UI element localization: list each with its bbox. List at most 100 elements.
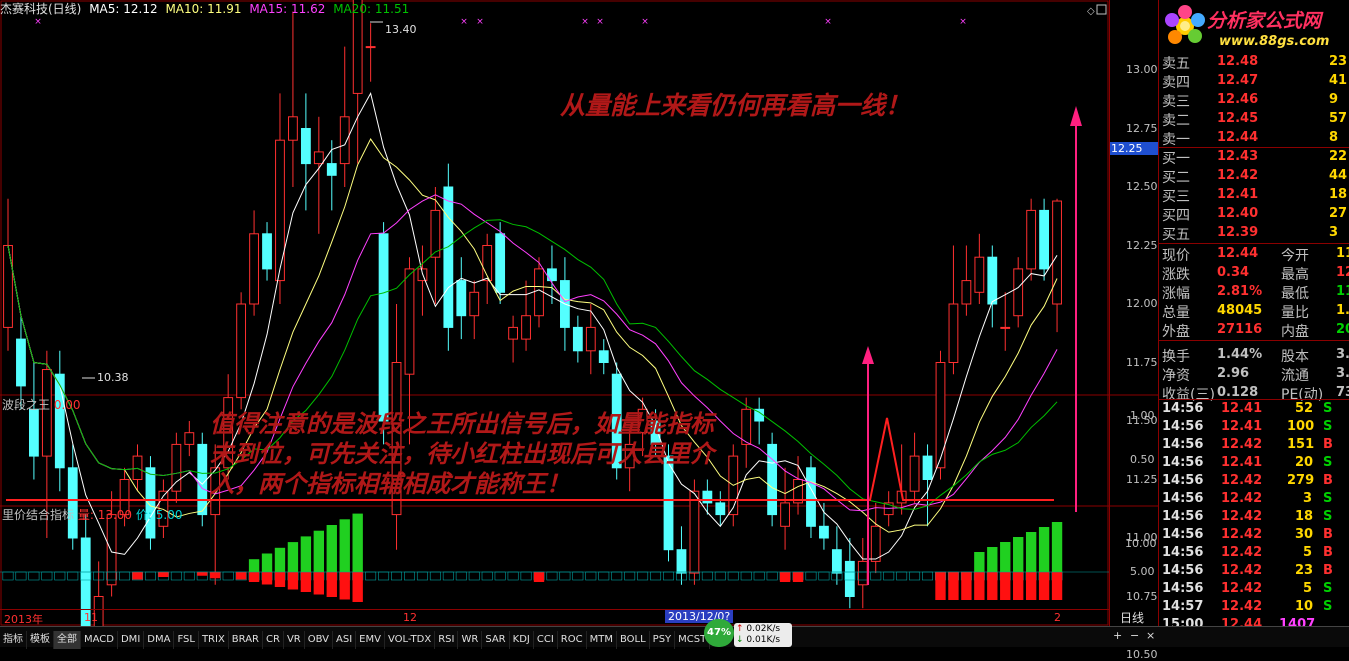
stat-value-2: 11.8 [1336,284,1349,299]
candle-body [715,502,726,516]
quote-level-label: 买三 [1162,189,1190,205]
indicator-tab-kdj[interactable]: KDJ [510,631,534,649]
quote-volume: 41 [1329,73,1348,88]
vol-base-box [222,571,234,581]
vol-green-bar [287,542,299,572]
indicator-tab-boll[interactable]: BOLL [617,631,650,649]
vol-green-bar [1000,542,1011,572]
stat-label: 涨幅 [1162,286,1190,302]
vol-red-bar [326,572,337,597]
indicator-tab-psy[interactable]: PSY [650,631,676,649]
zoom-out-icon[interactable]: − [1130,629,1139,642]
vol-base-box [507,571,519,581]
stats-divider [1159,399,1349,400]
candle-body [456,280,467,317]
tick-price: 12.41 [1221,419,1263,434]
vol-red-bar [792,572,804,582]
buy-level[interactable]: 买一 12.43 22 [1159,148,1349,167]
indicator-tab-emv[interactable]: EMV [356,631,385,649]
buy-level[interactable]: 买五 12.39 3 [1159,224,1349,243]
indicator-tab-asi[interactable]: ASI [333,631,357,649]
indicator-tab-[interactable]: 模板 [27,631,54,649]
indicator-tab-trix[interactable]: TRIX [199,631,229,649]
buy-level[interactable]: 买三 12.41 18 [1159,186,1349,205]
indicator-tab-[interactable]: 全部 [54,631,81,649]
indicator-tab-mtm[interactable]: MTM [587,631,617,649]
close-icon[interactable]: × [1146,629,1155,642]
buy-level[interactable]: 买二 12.42 44 [1159,167,1349,186]
indicator-tab-wr[interactable]: WR [458,631,483,649]
vol-red-bar [132,572,143,580]
candle-body [67,467,78,539]
tick-price: 12.42 [1221,527,1263,542]
tick-row: 14:56 12.42 5 S [1159,581,1349,599]
indicator-tab-sar[interactable]: SAR [482,631,510,649]
vol-red-bar [1051,572,1063,600]
tick-price: 12.42 [1221,509,1263,524]
candle-body [54,373,65,469]
quote-level-label: 买五 [1162,227,1190,243]
signal-marker: × [641,17,649,27]
indicator-tab-dmi[interactable]: DMI [118,631,145,649]
ma15-label: MA15: 11.62 [249,2,326,16]
tick-volume: 52 [1295,401,1314,416]
sell-level[interactable]: 卖一 12.44 8 [1159,129,1349,148]
tick-row: 14:56 12.42 5 B [1159,545,1349,563]
indicator-tab-[interactable]: 指标 [0,631,27,649]
vol-green-bar [339,519,350,572]
vol-base-box [183,571,195,581]
vol-base-box [896,571,908,581]
price-axis-tick: 11.75 [1126,355,1158,369]
vol-red-bar [1025,572,1037,600]
stat-label: 现价 [1162,248,1190,264]
candle-body [857,560,868,586]
indicator-tab-roc[interactable]: ROC [558,631,587,649]
indicator-tab-macd[interactable]: MACD [81,631,118,649]
vol-base-box [663,571,674,581]
period-label[interactable]: 日线 [1120,609,1144,626]
candle-body [3,245,13,328]
tick-volume: 18 [1295,509,1314,524]
candle-body [1026,209,1037,270]
candle-body [1013,268,1024,317]
sell-level[interactable]: 卖三 12.46 9 [1159,91,1349,110]
candle-body [521,315,531,340]
candle-body [132,455,143,481]
stat-value: 12.44 [1217,246,1259,261]
indicator-tab-cci[interactable]: CCI [534,631,558,649]
indicator-tab-cr[interactable]: CR [263,631,284,649]
tick-time: 14:56 [1162,509,1204,524]
tick-time: 14:56 [1162,473,1204,488]
net-up: ↑ 0.02K/s [736,624,780,634]
candle-body [1000,326,1011,329]
arrow-up-right-head [1070,106,1082,126]
indicator-tab-obv[interactable]: OBV [305,631,333,649]
quote-price: 12.42 [1217,168,1259,183]
sell-level[interactable]: 卖四 12.47 41 [1159,72,1349,91]
indicator-tab-fsl[interactable]: FSL [174,631,199,649]
tick-volume: 30 [1295,527,1314,542]
restore-icon [1096,4,1107,15]
vol-base-box [41,571,53,581]
scroll-left-icon[interactable]: + [1113,629,1122,642]
stat-label-2: 股本 [1281,349,1309,365]
vol-base-box [546,571,558,581]
indicator-tab-vr[interactable]: VR [284,631,305,649]
indicator-tab-voltdx[interactable]: VOL-TDX [385,631,436,649]
stat-label-2: 今开 [1281,248,1309,264]
tick-side: S [1323,599,1333,614]
current-price-tag: 12.25 [1109,142,1159,155]
sell-level[interactable]: 卖五 12.48 23 [1159,53,1349,72]
candle-body [443,186,454,328]
sell-level[interactable]: 卖二 12.45 57 [1159,110,1349,129]
buy-level[interactable]: 买四 12.40 27 [1159,205,1349,224]
vol-red-bar [287,572,299,590]
indicator-tab-dma[interactable]: DMA [144,631,175,649]
stock-name[interactable]: 杰赛科技(日线) [0,2,81,16]
stat-label: 净资 [1162,368,1190,384]
quote-level-label: 卖三 [1162,94,1190,110]
indicator-tab-brar[interactable]: BRAR [229,631,263,649]
vol-base-box [727,571,739,581]
indicator-tab-rsi[interactable]: RSI [435,631,459,649]
tick-row: 14:56 12.42 3 S [1159,491,1349,509]
